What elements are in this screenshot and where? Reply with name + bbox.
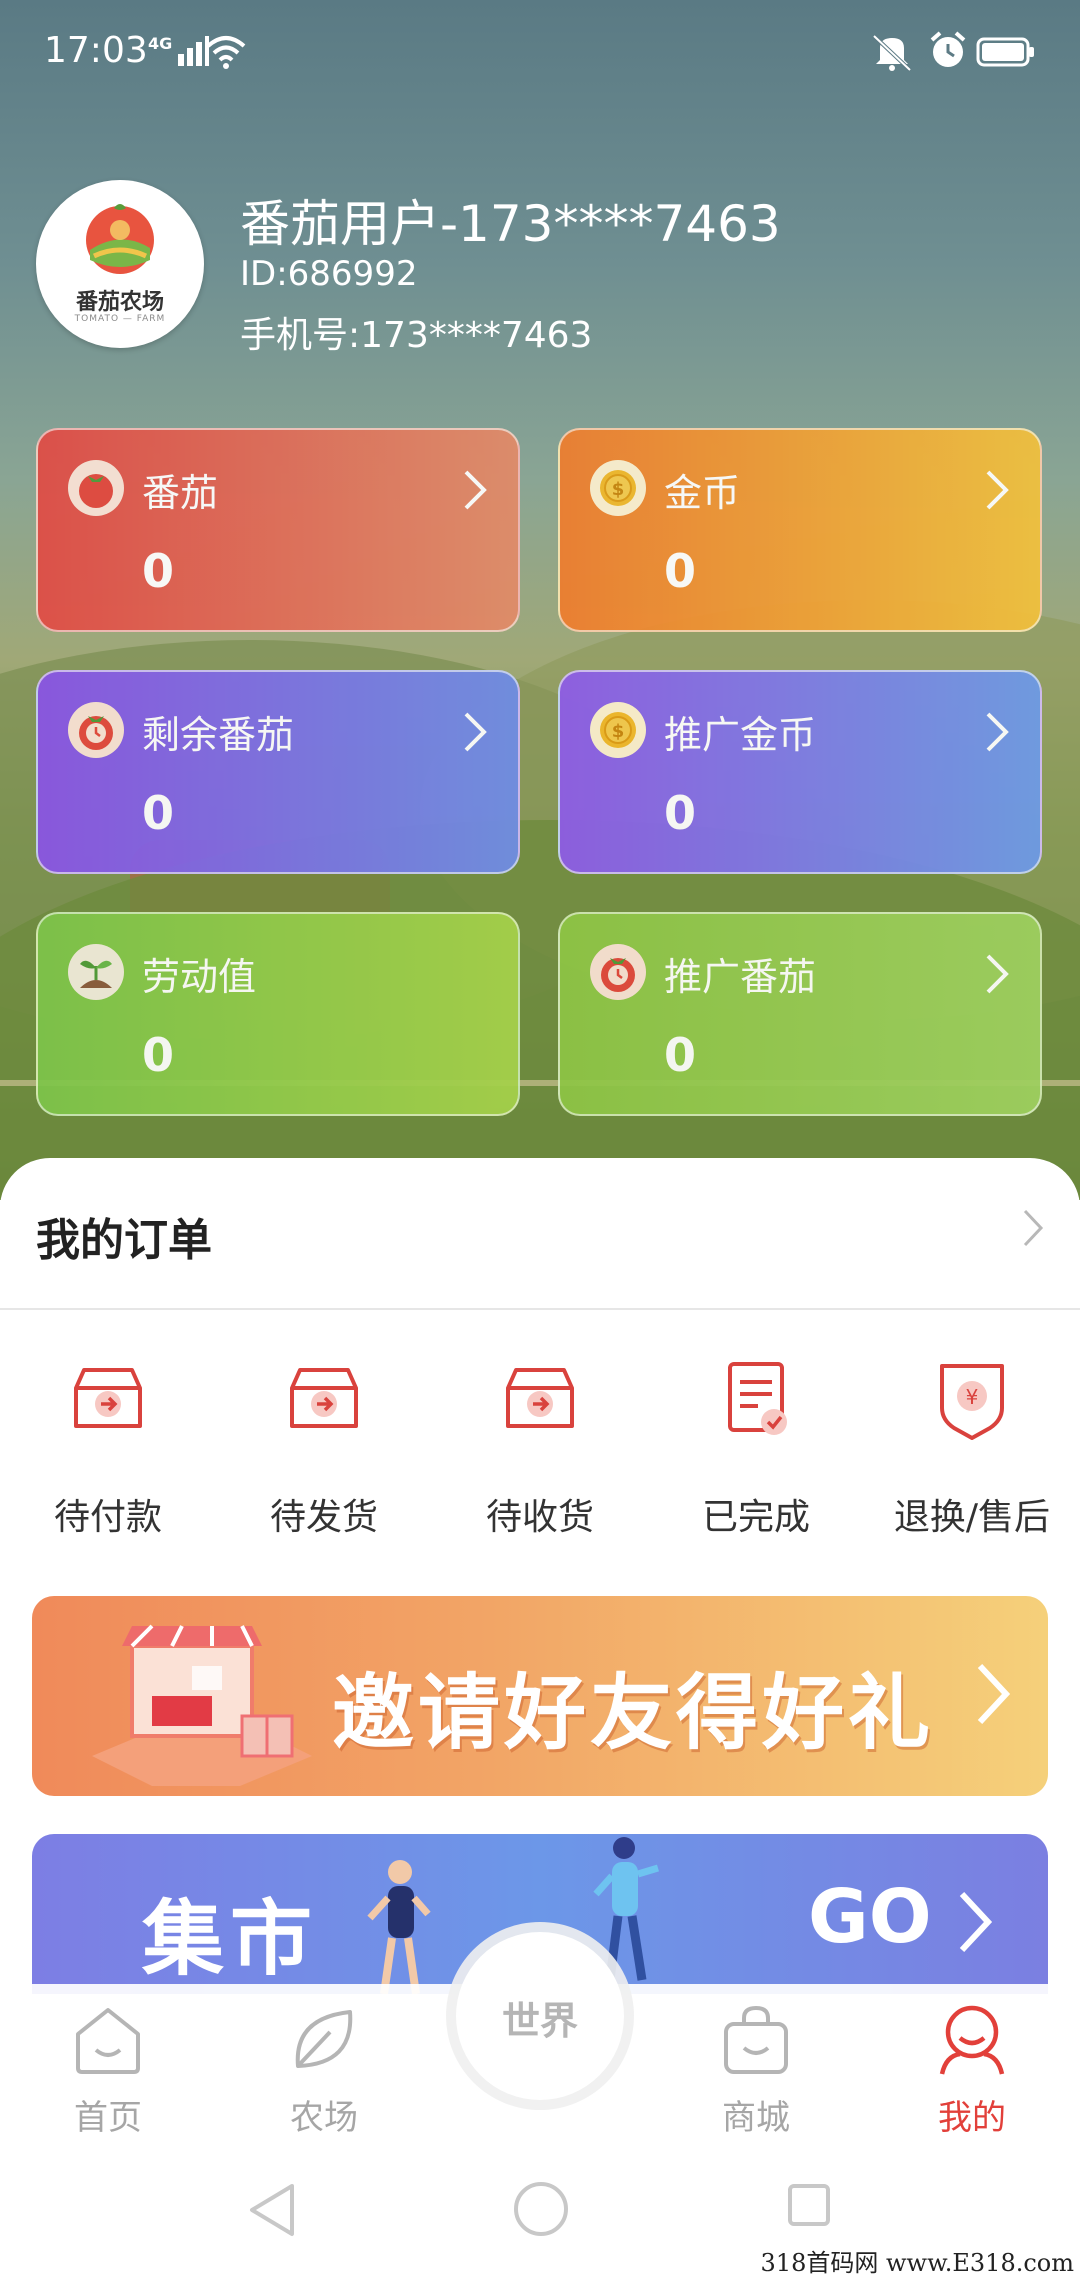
tomato-clock-icon [590, 944, 646, 1000]
nav-world-label: 世界 [501, 1999, 578, 2043]
coin-icon: $ [590, 702, 646, 758]
order-pending-receipt[interactable]: 待收货 [432, 1358, 648, 1548]
avatar-subtitle: TOMATO — FARM [74, 314, 166, 324]
nav-label: 农场 [290, 2098, 358, 2138]
sprout-icon [68, 944, 124, 1000]
invite-friends-banner[interactable]: 邀请好友得好礼 [32, 1596, 1048, 1796]
asset-card-gold[interactable]: $ 金币 0 [558, 428, 1042, 632]
svg-text:¥: ¥ [966, 1385, 979, 1409]
order-refund-after-sales[interactable]: ¥ 退换/售后 [864, 1358, 1080, 1548]
asset-label: 金币 [664, 471, 741, 515]
storefront-illustration-icon [92, 1624, 312, 1786]
asset-card-labor[interactable]: 劳动值 0 [36, 912, 520, 1116]
order-pending-shipment[interactable]: 待发货 [216, 1358, 432, 1548]
asset-label: 劳动值 [142, 955, 257, 999]
coin-icon: $ [590, 460, 646, 516]
nav-world-button[interactable]: 世界 [456, 1932, 624, 2100]
system-navigation-bar: 318首码网 www.E318.com [0, 2148, 1080, 2280]
user-icon [939, 2005, 1005, 2075]
chevron-right-icon [959, 1891, 992, 1953]
chevron-right-icon [986, 470, 1009, 510]
refund-icon: ¥ [940, 1364, 1004, 1440]
asset-label: 剩余番茄 [142, 713, 295, 757]
asset-value: 0 [142, 786, 175, 840]
chevron-right-icon [977, 1663, 1010, 1725]
orders-title: 我的订单 [36, 1215, 212, 1266]
order-label: 待付款 [53, 1497, 162, 1538]
user-name: 番茄用户-173****7463 [240, 195, 781, 253]
battery-icon [976, 37, 1034, 67]
nav-home[interactable]: 首页 [0, 1994, 216, 2144]
avatar-title: 番茄农场 [75, 290, 164, 315]
nav-label: 首页 [74, 2098, 142, 2138]
recent-apps-icon[interactable] [786, 2182, 832, 2228]
runner-illustration-icon [367, 1860, 431, 1994]
box-arrow-icon [506, 1368, 574, 1428]
chevron-right-icon [464, 470, 487, 510]
nav-label: 商城 [722, 2098, 790, 2138]
nav-farm[interactable]: 农场 [216, 1994, 432, 2144]
shopping-bag-icon [724, 2005, 788, 2074]
orders-header[interactable]: 我的订单 [0, 1158, 1080, 1310]
document-check-icon [728, 1362, 787, 1435]
order-completed[interactable]: 已完成 [648, 1358, 864, 1548]
network-type: 4G [148, 34, 173, 53]
asset-card-tomato[interactable]: 番茄 0 [36, 428, 520, 632]
nav-mall[interactable]: 商城 [648, 1994, 864, 2144]
tomato-clock-icon [68, 702, 124, 758]
box-arrow-icon [74, 1368, 142, 1428]
asset-label: 番茄 [142, 471, 219, 515]
leaf-icon [295, 2010, 353, 2068]
user-phone: 手机号:173****7463 [240, 315, 593, 356]
nav-mine[interactable]: 我的 [864, 1994, 1080, 2144]
order-pending-payment[interactable]: 待付款 [0, 1358, 216, 1548]
chevron-right-icon [986, 954, 1009, 994]
home-circle-icon[interactable] [512, 2180, 570, 2238]
avatar[interactable]: 番茄农场 TOMATO — FARM [36, 180, 204, 348]
invite-banner-title: 邀请好友得好礼 [332, 1666, 935, 1761]
asset-card-promo-tomato[interactable]: 推广番茄 0 [558, 912, 1042, 1116]
farm-logo-icon [86, 204, 154, 274]
svg-text:$: $ [612, 721, 625, 742]
market-go-label: GO [808, 1874, 932, 1960]
order-label: 待收货 [485, 1497, 594, 1538]
home-icon [76, 2008, 140, 2074]
order-label: 待发货 [269, 1497, 378, 1538]
nav-label: 我的 [938, 2098, 1006, 2138]
back-triangle-icon[interactable] [244, 2180, 300, 2240]
asset-card-promo-gold[interactable]: $ 推广金币 0 [558, 670, 1042, 874]
watermark: 318首码网 www.E318.com [760, 2249, 1074, 2277]
tomato-icon [68, 460, 124, 516]
asset-card-remaining-tomato[interactable]: 剩余番茄 0 [36, 670, 520, 874]
order-label: 已完成 [701, 1497, 810, 1538]
user-id: ID:686992 [240, 254, 418, 294]
box-arrow-icon [290, 1368, 358, 1428]
mute-icon [872, 34, 912, 72]
chevron-right-icon [986, 712, 1009, 752]
chevron-right-icon [464, 712, 487, 752]
asset-value: 0 [664, 786, 697, 840]
svg-text:$: $ [612, 479, 625, 500]
market-banner-title: 集市 [142, 1892, 319, 1987]
asset-value: 0 [664, 1028, 697, 1082]
asset-label: 推广番茄 [664, 955, 817, 999]
status-bar: 17:03 4G [0, 0, 1080, 110]
asset-value: 0 [664, 544, 697, 598]
asset-label: 推广金币 [664, 713, 817, 757]
status-time: 17:03 [44, 30, 148, 71]
wifi-icon [206, 36, 246, 69]
order-label: 退换/售后 [893, 1497, 1051, 1538]
asset-value: 0 [142, 1028, 175, 1082]
asset-value: 0 [142, 544, 175, 598]
alarm-icon [930, 31, 966, 67]
chevron-right-icon [1023, 1209, 1044, 1247]
